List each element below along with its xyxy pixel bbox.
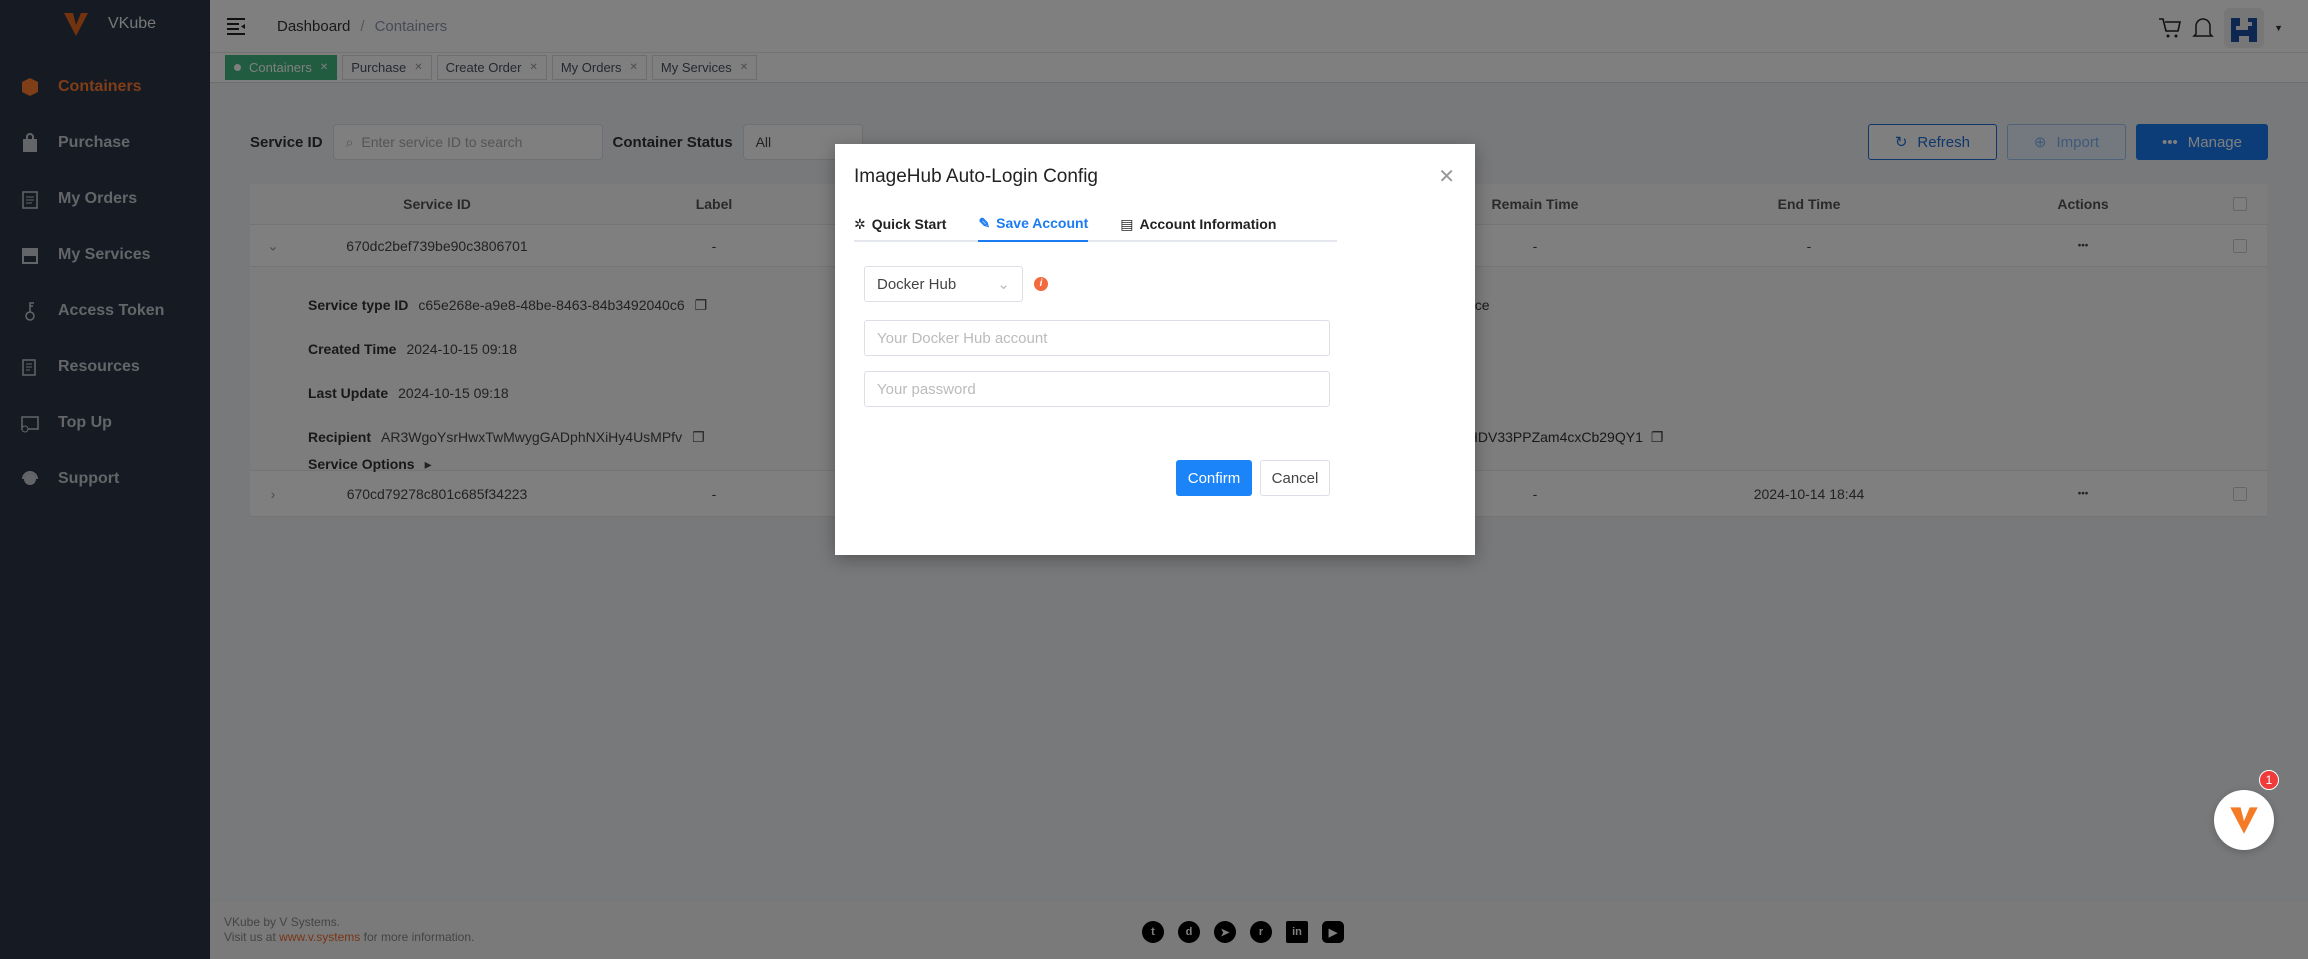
dialog-tabs: ✲ Quick Start ✎ Save Account ▤ Account Info… xyxy=(854,206,1337,242)
vkube-assistant-button[interactable] xyxy=(2214,790,2274,850)
notification-badge: 1 xyxy=(2259,770,2279,790)
vkube-logo-icon xyxy=(2230,807,2258,834)
tab-save-account[interactable]: ✎ Save Account xyxy=(978,206,1089,242)
confirm-button[interactable]: Confirm xyxy=(1176,460,1252,496)
document-icon: ▤ xyxy=(1120,215,1134,232)
chevron-down-icon: ⌄ xyxy=(997,276,1010,293)
info-icon[interactable]: i xyxy=(1034,277,1048,291)
tab-label: Quick Start xyxy=(871,216,947,232)
tab-account-information[interactable]: ▤ Account Information xyxy=(1120,206,1276,242)
password-input[interactable] xyxy=(864,371,1330,407)
sparkle-icon: ✲ xyxy=(854,215,866,232)
cancel-button[interactable]: Cancel xyxy=(1260,460,1330,496)
dialog-title: ImageHub Auto-Login Config xyxy=(854,166,1098,187)
imagehub-config-dialog: ImageHub Auto-Login Config ✕ ✲ Quick Star… xyxy=(835,144,1475,555)
account-input[interactable] xyxy=(864,320,1330,356)
registry-select[interactable]: Docker Hub ⌄ xyxy=(864,266,1023,302)
tab-quick-start[interactable]: ✲ Quick Start xyxy=(854,206,946,242)
tab-label: Account Information xyxy=(1139,216,1277,232)
registry-value: Docker Hub xyxy=(877,275,957,293)
tab-label: Save Account xyxy=(996,215,1089,231)
edit-icon: ✎ xyxy=(978,214,991,231)
close-icon[interactable]: ✕ xyxy=(1438,164,1455,189)
